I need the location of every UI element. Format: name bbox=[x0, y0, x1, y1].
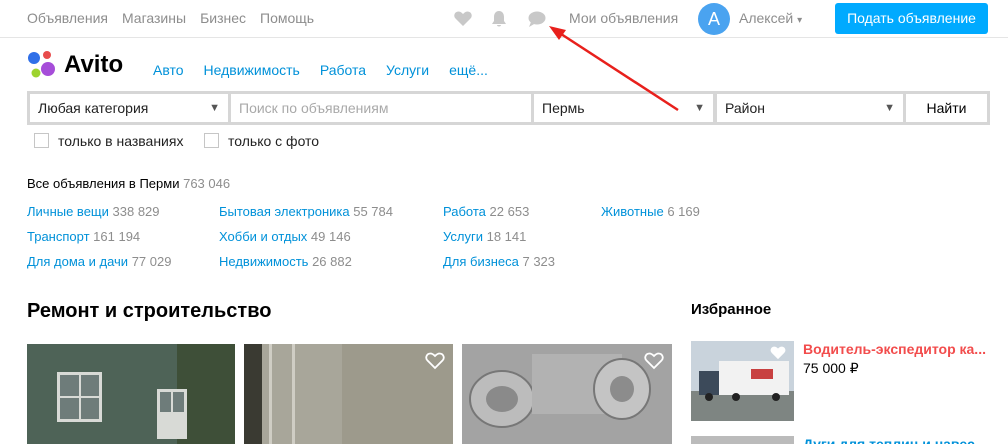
user-menu[interactable]: Алексей ▾ bbox=[739, 10, 802, 26]
category-link[interactable]: Транспорт 161 194 bbox=[27, 229, 140, 244]
search-button[interactable]: Найти bbox=[906, 94, 987, 122]
category-select[interactable]: Любая категория ▼ bbox=[30, 94, 228, 122]
category-nav: Авто Недвижимость Работа Услуги ещё... bbox=[153, 62, 508, 78]
nav-ads[interactable]: Объявления bbox=[27, 10, 108, 26]
logo-text[interactable]: Avito bbox=[64, 51, 123, 79]
category-name: Для дома и дачи bbox=[27, 254, 129, 269]
category-count: 6 169 bbox=[667, 204, 700, 219]
category-name: Личные вещи bbox=[27, 204, 109, 219]
category-count: 7 323 bbox=[522, 254, 556, 269]
favorite-heart-icon[interactable] bbox=[644, 351, 664, 371]
cat-more[interactable]: ещё... bbox=[449, 62, 488, 78]
chevron-down-icon: ▼ bbox=[884, 102, 895, 114]
cat-jobs[interactable]: Работа bbox=[320, 62, 366, 78]
category-count: 26 882 bbox=[312, 254, 352, 269]
category-link[interactable]: Недвижимость 26 882 bbox=[219, 254, 352, 269]
category-name: Животные bbox=[601, 204, 664, 219]
search-bar: Любая категория ▼ Поиск по объявлениям П… bbox=[27, 91, 990, 125]
titles-only-label[interactable]: только в названиях bbox=[58, 133, 183, 149]
titles-only-checkbox[interactable] bbox=[34, 133, 49, 148]
category-link[interactable]: Для дома и дачи 77 029 bbox=[27, 254, 171, 269]
favorite-title-link[interactable]: Водитель-экспедитор ка... bbox=[803, 341, 986, 357]
chevron-down-icon: ▾ bbox=[797, 15, 803, 26]
favorite-thumbnail[interactable] bbox=[691, 341, 794, 421]
category-count: 77 029 bbox=[131, 254, 172, 269]
district-select[interactable]: Район ▼ bbox=[717, 94, 903, 122]
favorite-heart-icon[interactable] bbox=[770, 345, 786, 361]
city-select[interactable]: Пермь ▼ bbox=[534, 94, 713, 122]
top-bar: Объявления Магазины Бизнес Помощь Мои объяв… bbox=[0, 0, 1008, 38]
category-name: Транспорт bbox=[27, 229, 90, 244]
category-count: 161 194 bbox=[93, 229, 141, 244]
section-title: Ремонт и строительство bbox=[27, 300, 272, 322]
category-name: Недвижимость bbox=[219, 254, 309, 269]
category-link[interactable]: Для бизнеса 7 323 bbox=[443, 254, 555, 269]
chevron-down-icon: ▼ bbox=[694, 102, 705, 114]
district-select-value: Район bbox=[725, 100, 765, 116]
city-select-value: Пермь bbox=[542, 100, 585, 116]
nav-shops[interactable]: Магазины bbox=[122, 10, 186, 26]
all-ads-number: 763 046 bbox=[183, 176, 231, 191]
nav-help[interactable]: Помощь bbox=[260, 10, 314, 26]
post-ad-button[interactable]: Подать объявление bbox=[835, 3, 988, 34]
avito-logo-icon[interactable] bbox=[27, 49, 63, 83]
category-select-value: Любая категория bbox=[38, 100, 149, 116]
favorite-thumbnail[interactable] bbox=[691, 436, 794, 444]
favorite-title-link[interactable]: Дуги для теплиц и навес... bbox=[803, 436, 986, 444]
chevron-down-icon: ▼ bbox=[209, 102, 220, 114]
category-count: 338 829 bbox=[112, 204, 160, 219]
category-name: Бытовая электроника bbox=[219, 204, 350, 219]
listing-card[interactable] bbox=[27, 344, 235, 444]
favorite-heart-icon[interactable] bbox=[425, 351, 445, 371]
category-name: Услуги bbox=[443, 229, 483, 244]
with-photo-checkbox[interactable] bbox=[204, 133, 219, 148]
category-link[interactable]: Услуги 18 141 bbox=[443, 229, 526, 244]
top-nav: Объявления Магазины Бизнес Помощь bbox=[27, 10, 328, 26]
nav-business[interactable]: Бизнес bbox=[200, 10, 246, 26]
category-link[interactable]: Работа 22 653 bbox=[443, 204, 529, 219]
all-ads-count: Все объявления в Перми 763 046 bbox=[27, 176, 230, 191]
category-name: Хобби и отдых bbox=[219, 229, 308, 244]
favorite-price: 75 000 ₽ bbox=[803, 360, 859, 376]
category-count: 22 653 bbox=[489, 204, 530, 219]
category-count: 49 146 bbox=[310, 229, 351, 244]
listing-photo bbox=[462, 344, 672, 444]
cat-services[interactable]: Услуги bbox=[386, 62, 429, 78]
avatar[interactable]: А bbox=[698, 3, 730, 35]
with-photo-label[interactable]: только с фото bbox=[228, 133, 319, 149]
all-ads-label: Все объявления в Перми bbox=[27, 176, 180, 191]
heart-icon[interactable] bbox=[453, 9, 473, 29]
category-link[interactable]: Личные вещи 338 829 bbox=[27, 204, 160, 219]
search-input[interactable]: Поиск по объявлениям bbox=[231, 94, 531, 122]
category-count: 18 141 bbox=[486, 229, 527, 244]
category-name: Для бизнеса bbox=[443, 254, 519, 269]
listing-photo bbox=[27, 344, 235, 444]
cat-auto[interactable]: Авто bbox=[153, 62, 184, 78]
cat-realty[interactable]: Недвижимость bbox=[204, 62, 300, 78]
category-count: 55 784 bbox=[353, 204, 393, 219]
bell-icon[interactable] bbox=[489, 9, 509, 29]
listing-photo bbox=[244, 344, 453, 444]
listing-card[interactable] bbox=[244, 344, 453, 444]
listing-card[interactable] bbox=[462, 344, 672, 444]
category-link[interactable]: Животные 6 169 bbox=[601, 204, 700, 219]
category-link[interactable]: Хобби и отдых 49 146 bbox=[219, 229, 351, 244]
my-ads-link[interactable]: Мои объявления bbox=[569, 10, 678, 26]
category-name: Работа bbox=[443, 204, 486, 219]
category-link[interactable]: Бытовая электроника 55 784 bbox=[219, 204, 393, 219]
user-name: Алексей bbox=[739, 10, 794, 26]
favorites-title: Избранное bbox=[691, 301, 772, 318]
chat-icon[interactable] bbox=[527, 9, 547, 29]
